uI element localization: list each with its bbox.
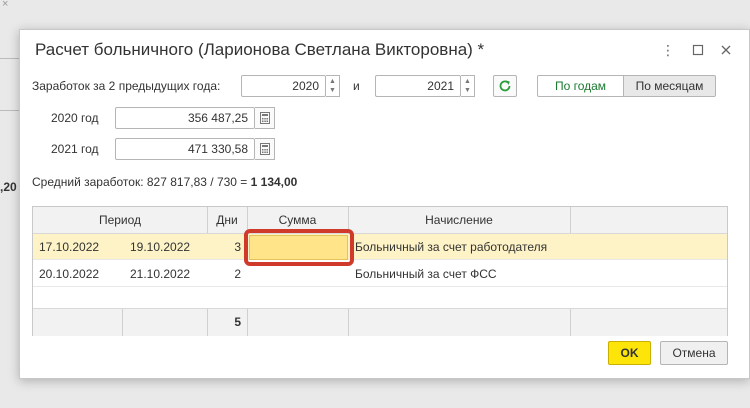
- period-to-cell[interactable]: 19.10.2022: [130, 234, 206, 259]
- year-2021-amount-input[interactable]: 471 330,58: [115, 138, 255, 160]
- average-formula: Средний заработок: 827 817,83 / 730 =: [32, 175, 251, 189]
- table-row[interactable]: 20.10.2022 21.10.2022 2 Больничный за сч…: [33, 261, 727, 287]
- refresh-button[interactable]: [493, 75, 517, 97]
- accrual-cell[interactable]: Больничный за счет ФСС: [355, 261, 570, 286]
- dialog-title: Расчет больничного (Ларионова Светлана В…: [35, 40, 485, 59]
- more-vertical-icon[interactable]: ⋮: [661, 42, 675, 58]
- year-to-input[interactable]: 2021: [375, 75, 461, 97]
- accrual-cell[interactable]: Больничный за счет работодателя: [355, 234, 570, 259]
- maximize-icon[interactable]: [692, 43, 704, 59]
- calculator-icon: [259, 143, 270, 155]
- background-close-glyph: ×: [2, 0, 9, 10]
- average-earnings: Средний заработок: 827 817,83 / 730 = 1 …: [32, 175, 297, 189]
- table-row[interactable]: 17.10.2022 19.10.2022 3 Больничный за сч…: [33, 234, 727, 260]
- chevron-up-icon[interactable]: ▲: [464, 77, 471, 86]
- and-label: и: [353, 79, 360, 93]
- background-divider: [0, 58, 20, 59]
- sick-leave-dialog: Расчет больничного (Ларионова Светлана В…: [19, 29, 750, 379]
- period-from-cell[interactable]: 20.10.2022: [39, 261, 123, 286]
- days-cell[interactable]: 2: [207, 261, 241, 286]
- chevron-down-icon[interactable]: ▼: [464, 86, 471, 95]
- calculator-button[interactable]: [255, 138, 275, 160]
- chevron-down-icon[interactable]: ▼: [329, 86, 336, 95]
- accruals-table: Период Дни Сумма Начисление 17.10.2022 1…: [32, 206, 728, 336]
- period-to-cell[interactable]: 21.10.2022: [130, 261, 206, 286]
- close-icon[interactable]: [720, 43, 732, 59]
- calculator-icon: [259, 112, 270, 124]
- cancel-button[interactable]: Отмена: [660, 341, 728, 365]
- by-months-toggle[interactable]: По месяцам: [623, 75, 716, 97]
- earnings-label: Заработок за 2 предыдущих года:: [32, 79, 221, 93]
- refresh-icon: [499, 80, 511, 92]
- background-partial-number: ,20: [0, 180, 17, 194]
- year-2020-amount-input[interactable]: 356 487,25: [115, 107, 255, 129]
- period-from-cell[interactable]: 17.10.2022: [39, 234, 123, 259]
- table-header: Период Дни Сумма Начисление: [33, 207, 727, 234]
- average-result: 1 134,00: [250, 175, 298, 189]
- year-2020-label: 2020 год: [51, 111, 99, 125]
- total-days: 5: [234, 315, 241, 329]
- year-2021-label: 2021 год: [51, 142, 99, 156]
- year-from-input[interactable]: 2020: [241, 75, 326, 97]
- column-header-period[interactable]: Период: [33, 207, 207, 233]
- column-header-days[interactable]: Дни: [207, 207, 247, 233]
- sum-cell[interactable]: [249, 261, 348, 286]
- background-divider: [0, 110, 20, 111]
- column-header-accrual[interactable]: Начисление: [348, 207, 570, 233]
- table-footer: 5: [33, 308, 727, 336]
- by-years-toggle[interactable]: По годам: [537, 75, 624, 97]
- ok-button[interactable]: OK: [608, 341, 651, 365]
- year-to-stepper[interactable]: ▲ ▼: [461, 75, 475, 97]
- year-from-stepper[interactable]: ▲ ▼: [326, 75, 340, 97]
- chevron-up-icon[interactable]: ▲: [329, 77, 336, 86]
- days-cell[interactable]: 3: [207, 234, 241, 259]
- calculator-button[interactable]: [255, 107, 275, 129]
